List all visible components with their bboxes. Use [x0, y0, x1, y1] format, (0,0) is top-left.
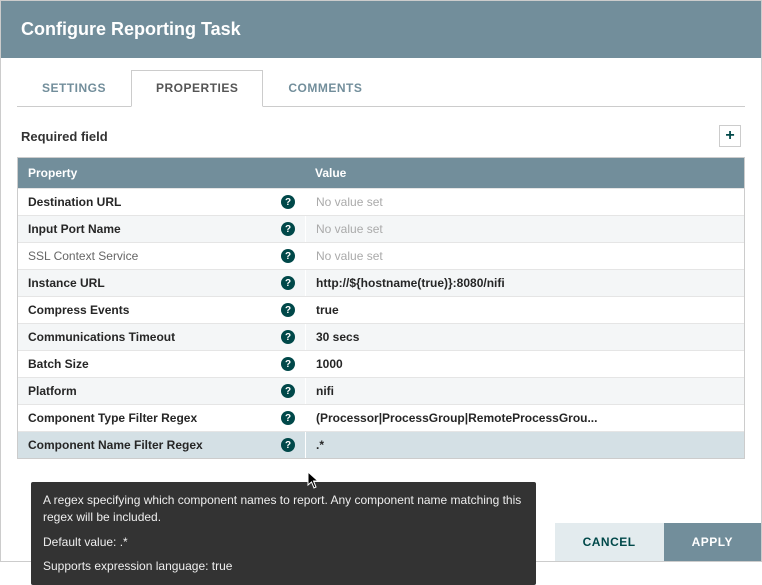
- help-icon[interactable]: ?: [281, 384, 295, 398]
- table-row[interactable]: Component Type Filter Regex?(Processor|P…: [18, 404, 744, 431]
- property-value-cell[interactable]: No value set: [306, 189, 744, 215]
- property-name-cell: Batch Size?: [18, 351, 305, 377]
- property-name: Communications Timeout: [28, 330, 175, 344]
- property-name-cell: Destination URL?: [18, 189, 305, 215]
- table-row[interactable]: Component Name Filter Regex?.*: [18, 431, 744, 458]
- properties-table: Property Value Destination URL?No value …: [17, 157, 745, 459]
- property-name-cell: SSL Context Service?: [18, 243, 305, 269]
- cancel-button[interactable]: CANCEL: [555, 523, 664, 561]
- configure-reporting-task-dialog: Configure Reporting Task SETTINGS PROPER…: [0, 0, 762, 562]
- property-name: Instance URL: [28, 276, 105, 290]
- property-value-cell[interactable]: 1000: [306, 351, 744, 377]
- property-value-cell[interactable]: true: [306, 297, 744, 323]
- property-name: Batch Size: [28, 357, 89, 371]
- table-row[interactable]: Input Port Name?No value set: [18, 215, 744, 242]
- help-icon[interactable]: ?: [281, 249, 295, 263]
- property-value-cell[interactable]: No value set: [306, 216, 744, 242]
- table-row[interactable]: Compress Events?true: [18, 296, 744, 323]
- tab-settings[interactable]: SETTINGS: [17, 70, 131, 106]
- property-value-cell[interactable]: (Processor|ProcessGroup|RemoteProcessGro…: [306, 405, 744, 431]
- help-icon[interactable]: ?: [281, 303, 295, 317]
- property-name-cell: Communications Timeout?: [18, 324, 305, 350]
- required-field-label: Required field: [21, 129, 108, 144]
- property-name-cell: Instance URL?: [18, 270, 305, 296]
- tooltip-default-value: Default value: .*: [43, 534, 524, 551]
- help-tooltip: A regex specifying which component names…: [31, 482, 536, 585]
- help-icon[interactable]: ?: [281, 195, 295, 209]
- property-name-cell: Component Name Filter Regex?: [18, 432, 305, 458]
- property-name: Component Name Filter Regex: [28, 438, 203, 452]
- help-icon[interactable]: ?: [281, 438, 295, 452]
- required-field-row: Required field +: [17, 119, 745, 157]
- table-row[interactable]: SSL Context Service?No value set: [18, 242, 744, 269]
- tabs: SETTINGS PROPERTIES COMMENTS: [17, 70, 745, 107]
- property-value-cell[interactable]: nifi: [306, 378, 744, 404]
- table-header: Property Value: [18, 158, 744, 188]
- dialog-title: Configure Reporting Task: [21, 19, 241, 39]
- plus-icon: +: [725, 128, 734, 144]
- table-row[interactable]: Platform?nifi: [18, 377, 744, 404]
- tab-properties[interactable]: PROPERTIES: [131, 70, 263, 107]
- dialog-content: SETTINGS PROPERTIES COMMENTS Required fi…: [1, 58, 761, 523]
- property-name: Destination URL: [28, 195, 121, 209]
- property-value-cell[interactable]: .*: [306, 432, 744, 458]
- table-body: Destination URL?No value setInput Port N…: [18, 188, 744, 458]
- property-name-cell: Compress Events?: [18, 297, 305, 323]
- table-row[interactable]: Batch Size?1000: [18, 350, 744, 377]
- property-value-cell[interactable]: No value set: [306, 243, 744, 269]
- tooltip-description: A regex specifying which component names…: [43, 492, 524, 526]
- property-name: Component Type Filter Regex: [28, 411, 197, 425]
- property-name: SSL Context Service: [28, 249, 138, 263]
- column-header-value: Value: [305, 158, 744, 188]
- dialog-header: Configure Reporting Task: [1, 1, 761, 58]
- column-header-property: Property: [18, 158, 305, 188]
- table-row[interactable]: Instance URL?http://${hostname(true)}:80…: [18, 269, 744, 296]
- help-icon[interactable]: ?: [281, 330, 295, 344]
- tab-comments[interactable]: COMMENTS: [263, 70, 387, 106]
- help-icon[interactable]: ?: [281, 222, 295, 236]
- add-property-button[interactable]: +: [719, 125, 741, 147]
- help-icon[interactable]: ?: [281, 357, 295, 371]
- property-name-cell: Component Type Filter Regex?: [18, 405, 305, 431]
- help-icon[interactable]: ?: [281, 276, 295, 290]
- tooltip-expression-language: Supports expression language: true: [43, 558, 524, 575]
- property-value-cell[interactable]: 30 secs: [306, 324, 744, 350]
- property-value-cell[interactable]: http://${hostname(true)}:8080/nifi: [306, 270, 744, 296]
- apply-button[interactable]: APPLY: [664, 523, 761, 561]
- property-name: Compress Events: [28, 303, 129, 317]
- property-name: Platform: [28, 384, 77, 398]
- property-name-cell: Input Port Name?: [18, 216, 305, 242]
- help-icon[interactable]: ?: [281, 411, 295, 425]
- table-row[interactable]: Communications Timeout?30 secs: [18, 323, 744, 350]
- property-name-cell: Platform?: [18, 378, 305, 404]
- table-row[interactable]: Destination URL?No value set: [18, 188, 744, 215]
- property-name: Input Port Name: [28, 222, 121, 236]
